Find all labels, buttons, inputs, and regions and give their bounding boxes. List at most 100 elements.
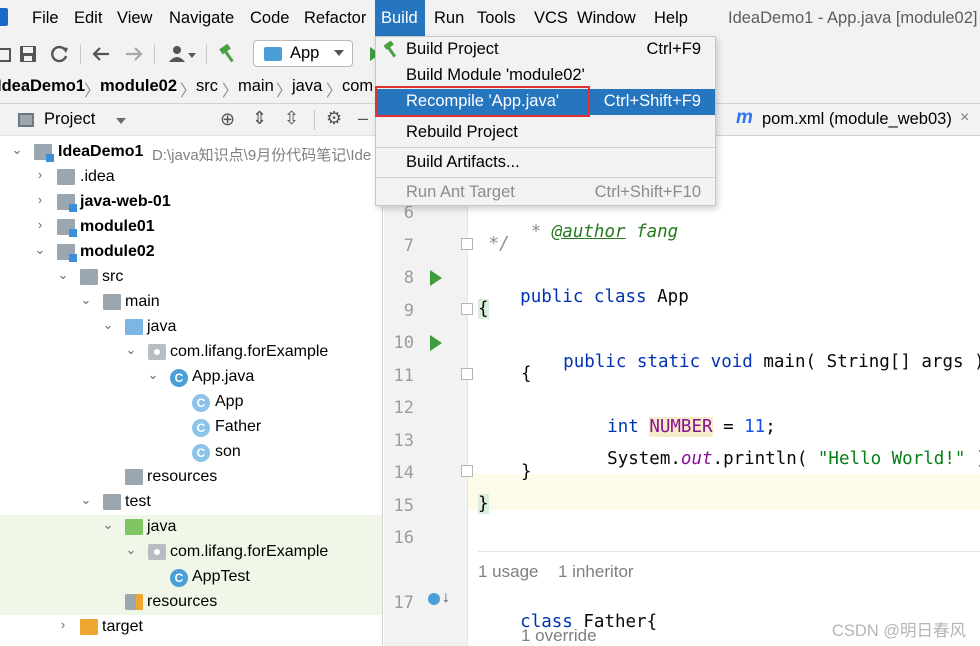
fold-marker-icon[interactable]	[461, 368, 473, 380]
folder-icon	[80, 269, 98, 285]
source-folder-icon	[125, 319, 143, 335]
line-number: 11	[393, 366, 414, 386]
close-icon[interactable]: ×	[960, 109, 969, 127]
menu-window[interactable]: Window	[571, 0, 642, 36]
chevron-right-icon[interactable]: ›	[56, 617, 70, 632]
tree-node-java-web-01[interactable]: › java-web-01	[0, 190, 382, 215]
forward-arrow-icon[interactable]	[124, 44, 144, 64]
menu-refactor[interactable]: Refactor	[298, 0, 372, 36]
tree-node-test-package[interactable]: ⌄ com.lifang.forExample	[0, 540, 382, 565]
back-arrow-icon[interactable]	[91, 44, 111, 64]
menu-item-rebuild-project[interactable]: Rebuild Project	[376, 120, 715, 146]
tab-pom-xml[interactable]: m pom.xml (module_web03) ×	[730, 104, 980, 136]
tree-node-java-sources[interactable]: ⌄ java	[0, 315, 382, 340]
tree-node-class-son[interactable]: C son	[0, 440, 382, 465]
locate-crosshair-icon[interactable]: ⊕	[220, 109, 235, 130]
build-menu-dropdown: Build Project Ctrl+F9 Build Module 'modu…	[375, 36, 716, 206]
menu-item-label: Build Project	[406, 40, 499, 58]
menu-item-build-project[interactable]: Build Project Ctrl+F9	[376, 37, 715, 63]
chevron-down-icon[interactable]: ⌄	[124, 342, 138, 358]
code-line: {	[478, 299, 489, 319]
menu-build[interactable]: Build	[375, 0, 425, 36]
run-gutter-icon[interactable]	[430, 270, 442, 286]
tree-node-module02[interactable]: ⌄ module02	[0, 240, 382, 265]
menu-item-build-module[interactable]: Build Module 'module02'	[376, 63, 715, 89]
fold-marker-icon[interactable]	[461, 465, 473, 477]
menu-item-recompile[interactable]: Recompile 'App.java' Ctrl+Shift+F9	[376, 89, 715, 115]
fold-marker-icon[interactable]	[461, 303, 473, 315]
menu-navigate[interactable]: Navigate	[163, 0, 240, 36]
chevron-down-icon[interactable]: ⌄	[101, 317, 115, 333]
chevron-down-icon[interactable]: ⌄	[56, 267, 70, 283]
line-number: 14	[393, 463, 414, 483]
fold-marker-icon[interactable]	[461, 238, 473, 250]
tree-node-java-tests[interactable]: ⌄ java	[0, 515, 382, 540]
tree-node-project-root[interactable]: ⌄ IdeaDemo1 D:\java知识点\9月份代码笔记\Ide	[0, 140, 382, 165]
open-folder-icon[interactable]	[0, 44, 12, 64]
tree-node-app-java[interactable]: ⌄ C App.java	[0, 365, 382, 390]
menu-item-shortcut: Ctrl+Shift+F10	[594, 183, 701, 201]
code-editor[interactable]: 6 7 8 9 10 11 12 13 14 15 16 17 ↓ * @aut…	[384, 137, 980, 646]
breadcrumb-item[interactable]: com	[342, 77, 373, 96]
hide-panel-icon[interactable]: –	[358, 108, 368, 129]
collapse-all-icon[interactable]: ⇳	[284, 108, 299, 129]
usages-hint[interactable]: 1 usage	[478, 562, 539, 582]
menu-item-shortcut: Ctrl+F9	[646, 40, 701, 58]
tree-node-test-resources[interactable]: resources	[0, 590, 382, 615]
tree-node-resources[interactable]: resources	[0, 465, 382, 490]
tree-node-idea[interactable]: › .idea	[0, 165, 382, 190]
tree-node-class-father[interactable]: C Father	[0, 415, 382, 440]
tree-node-label: module01	[80, 218, 155, 235]
breadcrumb-item[interactable]: module02	[100, 77, 177, 96]
menu-item-build-artifacts[interactable]: Build Artifacts...	[376, 150, 715, 176]
chevron-down-icon[interactable]: ⌄	[10, 142, 24, 158]
menu-vcs[interactable]: VCS	[528, 0, 574, 36]
user-dropdown-icon[interactable]	[168, 44, 198, 64]
breadcrumb-item[interactable]: java	[292, 77, 322, 96]
chevron-down-icon[interactable]: ⌄	[124, 542, 138, 558]
chevron-down-icon[interactable]: ⌄	[79, 292, 93, 308]
chevron-down-icon[interactable]: ⌄	[101, 517, 115, 533]
code-line: }	[521, 462, 532, 482]
expand-all-icon[interactable]: ⇕	[252, 108, 267, 129]
implemented-gutter-icon[interactable]	[428, 593, 440, 605]
tree-node-package[interactable]: ⌄ com.lifang.forExample	[0, 340, 382, 365]
hammer-build-icon[interactable]	[218, 44, 238, 64]
chevron-down-icon[interactable]: ⌄	[146, 367, 160, 383]
inheritors-hint[interactable]: 1 inheritor	[558, 562, 634, 582]
override-hint[interactable]: 1 override	[521, 626, 597, 646]
module-folder-icon	[57, 219, 77, 237]
breadcrumb-item[interactable]: src	[196, 77, 218, 96]
tree-node-target[interactable]: › target	[0, 615, 382, 640]
tree-node-class-app[interactable]: C App	[0, 390, 382, 415]
chevron-right-icon: 〉	[276, 83, 293, 100]
run-configuration-dropdown[interactable]: App	[253, 40, 353, 67]
sync-icon[interactable]	[50, 44, 70, 64]
menu-view[interactable]: View	[111, 0, 158, 36]
breadcrumb-item[interactable]: main	[238, 77, 274, 96]
tree-node-src[interactable]: ⌄ src	[0, 265, 382, 290]
chevron-right-icon[interactable]: ›	[33, 167, 47, 182]
tree-node-label: Father	[215, 418, 262, 435]
menu-file[interactable]: File	[26, 0, 65, 36]
chevron-right-icon[interactable]: ›	[33, 192, 47, 207]
chevron-right-icon[interactable]: ›	[33, 217, 47, 232]
project-panel-title[interactable]: Project	[44, 110, 95, 129]
breadcrumb-item[interactable]: IdeaDemo1	[0, 77, 85, 96]
gear-icon[interactable]: ⚙	[326, 108, 342, 129]
menu-help[interactable]: Help	[648, 0, 694, 36]
line-number: 15	[393, 496, 414, 516]
tree-node-apptest[interactable]: C AppTest	[0, 565, 382, 590]
run-gutter-icon[interactable]	[430, 335, 442, 351]
menu-code[interactable]: Code	[244, 0, 295, 36]
save-icon[interactable]	[18, 44, 38, 64]
chevron-down-icon[interactable]: ⌄	[79, 492, 93, 508]
menu-edit[interactable]: Edit	[68, 0, 108, 36]
tree-node-module01[interactable]: › module01	[0, 215, 382, 240]
tree-node-main[interactable]: ⌄ main	[0, 290, 382, 315]
menu-tools[interactable]: Tools	[471, 0, 522, 36]
chevron-down-icon[interactable]	[116, 118, 126, 124]
chevron-down-icon[interactable]: ⌄	[33, 242, 47, 258]
menu-run[interactable]: Run	[428, 0, 470, 36]
tree-node-test[interactable]: ⌄ test	[0, 490, 382, 515]
